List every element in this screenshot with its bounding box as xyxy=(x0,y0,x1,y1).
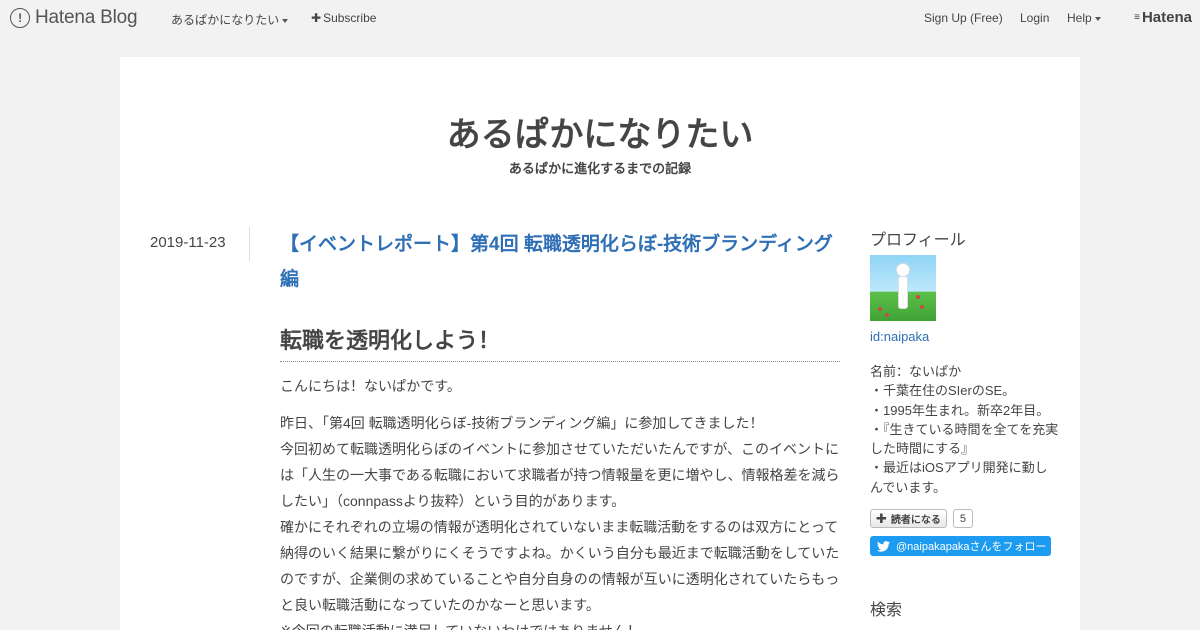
entry-date[interactable]: 2019-11-23 xyxy=(150,234,226,251)
entry-paragraph: ※今回の転職活動に満足していないわけではありません！ xyxy=(280,618,842,630)
hatena-blog-logo-icon: ! xyxy=(10,8,30,28)
twitter-bird-icon xyxy=(877,540,890,552)
blog-menu-dropdown[interactable]: あるぱかになりたい xyxy=(171,11,289,28)
reader-button-label: 読者になる xyxy=(890,515,941,526)
reader-count: 5 xyxy=(952,509,973,528)
twitter-follow-button[interactable]: @naipakapakaさんをフォロー xyxy=(870,536,1051,556)
hatena-logo[interactable]: ≡ Hatena xyxy=(1134,9,1192,26)
search-heading: 検索 xyxy=(870,602,903,619)
blog-menu-label: あるぱかになりたい xyxy=(171,13,280,27)
hatena-mark-icon: ≡ xyxy=(1134,12,1140,23)
twitter-follow-label: @naipakapakaさんをフォロー xyxy=(896,541,1047,553)
avatar-figure xyxy=(894,263,912,313)
blog-description: あるぱかに進化するまでの記録 xyxy=(508,161,692,176)
blog-container: あるぱかになりたい あるぱかに進化するまでの記録 2019-11-23 【イベン… xyxy=(120,57,1080,630)
plus-icon: ✚ xyxy=(876,510,887,526)
plus-icon: ✚ xyxy=(311,11,322,25)
global-header: ! Hatena Blog あるぱかになりたい ✚ Subscribe Sign … xyxy=(0,0,1200,36)
subscribe-link[interactable]: ✚ Subscribe xyxy=(311,11,376,25)
help-dropdown[interactable]: Help xyxy=(1067,11,1101,25)
caret-down-icon xyxy=(282,18,289,23)
signup-link[interactable]: Sign Up (Free) xyxy=(924,11,1003,25)
user-id-link[interactable]: id:naipaka xyxy=(870,329,929,344)
avatar[interactable] xyxy=(870,255,936,321)
profile-description: 名前：ないぱか ・千葉在住のSIerのSE。 ・1995年生まれ。新卒2年目。 … xyxy=(870,364,1059,495)
entry-title[interactable]: 【イベントレポート】第4回 転職透明化らぼ-技術ブランディング編 xyxy=(280,227,840,297)
hatena-blog-logo[interactable]: ! Hatena Blog xyxy=(10,7,138,29)
entry-heading: 転職を透明化しよう！ xyxy=(280,323,840,362)
reader-subscribe: ✚ 読者になる 5 xyxy=(870,509,973,528)
reader-button[interactable]: ✚ 読者になる xyxy=(870,509,947,528)
date-divider xyxy=(249,227,250,261)
entry-paragraph: 昨日、「第4回 転職透明化らぼ-技術ブランディング編」に参加してきました！ 今回… xyxy=(280,415,840,613)
logo-text: Hatena Blog xyxy=(35,7,138,28)
caret-down-icon xyxy=(1094,16,1101,21)
login-link[interactable]: Login xyxy=(1020,11,1049,25)
profile-heading: プロフィール xyxy=(870,232,966,249)
blog-title[interactable]: あるぱかになりたい xyxy=(120,107,1080,156)
hatena-logo-text: Hatena xyxy=(1141,9,1192,26)
entry-paragraph: こんにちは！ないぱかです。 xyxy=(280,378,461,394)
subscribe-label: Subscribe xyxy=(323,11,377,25)
help-label: Help xyxy=(1067,11,1092,25)
